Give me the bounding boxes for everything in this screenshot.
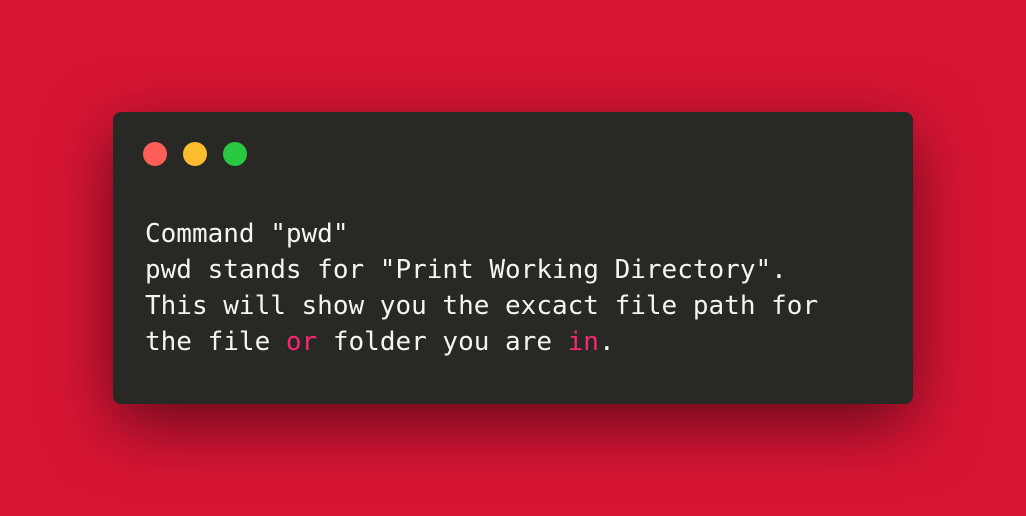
- code-text: folder you are: [317, 327, 568, 357]
- maximize-button[interactable]: [223, 142, 247, 166]
- close-button[interactable]: [143, 142, 167, 166]
- code-text: .: [598, 327, 615, 357]
- window-controls: [143, 142, 247, 166]
- code-line-2: pwd stands for "Print Working Directory"…: [145, 255, 787, 285]
- code-line-1: Command "pwd": [145, 219, 349, 249]
- code-window: Command "pwd" pwd stands for "Print Work…: [113, 112, 913, 404]
- code-line-3: This will show you the excact file path …: [145, 291, 819, 321]
- minimize-button[interactable]: [183, 142, 207, 166]
- keyword-in: in: [567, 327, 599, 357]
- keyword-or: or: [285, 327, 318, 357]
- code-block: Command "pwd" pwd stands for "Print Work…: [145, 216, 818, 360]
- code-text: the file: [145, 327, 286, 357]
- code-line-4: the file or folder you are in.: [145, 327, 615, 357]
